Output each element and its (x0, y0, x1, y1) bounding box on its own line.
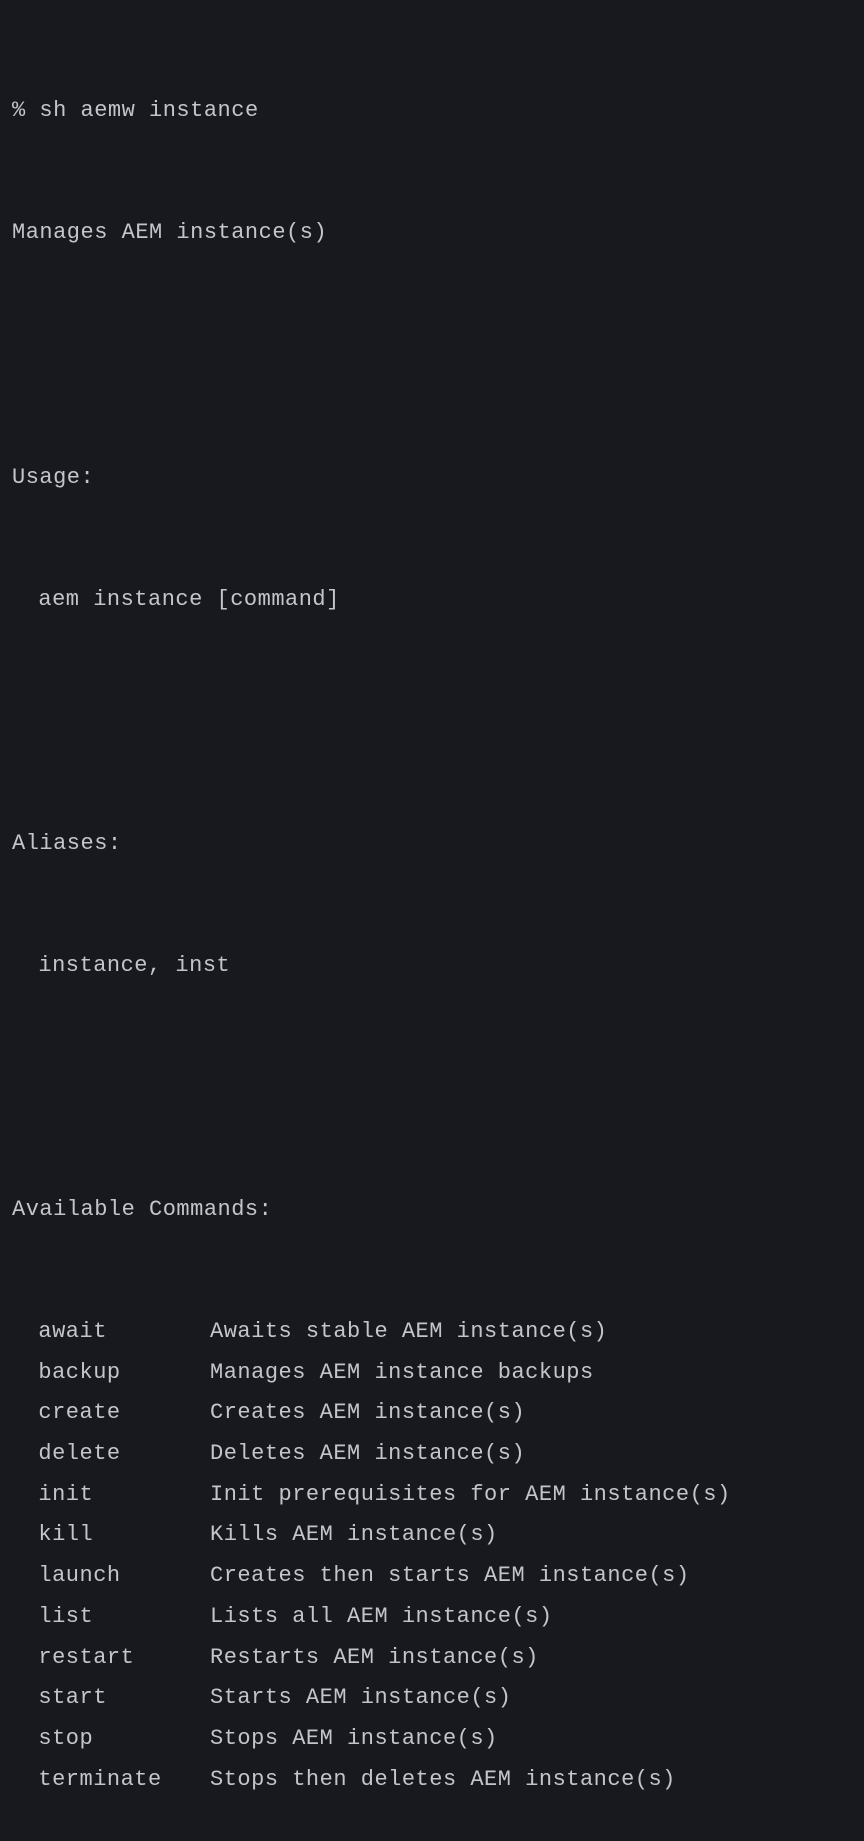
aliases-line: instance, inst (12, 946, 852, 987)
command-row: stopStops AEM instance(s) (12, 1719, 852, 1760)
command-name: start (38, 1678, 210, 1719)
command-description: Starts AEM instance(s) (210, 1685, 511, 1710)
command-name: stop (38, 1719, 210, 1760)
command-description: Manages AEM instance backups (210, 1360, 594, 1385)
command-description: Deletes AEM instance(s) (210, 1441, 525, 1466)
command-description: Kills AEM instance(s) (210, 1522, 498, 1547)
command-description: Creates then starts AEM instance(s) (210, 1563, 690, 1588)
terminal-output: % sh aemw instance Manages AEM instance(… (12, 10, 852, 1841)
blank-line (12, 336, 852, 377)
command-description: Init prerequisites for AEM instance(s) (210, 1482, 731, 1507)
command-row: deleteDeletes AEM instance(s) (12, 1434, 852, 1475)
usage-header: Usage: (12, 458, 852, 499)
command-name: kill (38, 1515, 210, 1556)
command-description: Lists all AEM instance(s) (210, 1604, 553, 1629)
command-description: Stops then deletes AEM instance(s) (210, 1767, 676, 1792)
command-name: terminate (38, 1760, 210, 1801)
shell-prompt: % (12, 91, 39, 132)
command-description: Restarts AEM instance(s) (210, 1645, 539, 1670)
typed-command: sh aemw instance (39, 91, 258, 132)
command-row: terminateStops then deletes AEM instance… (12, 1760, 852, 1801)
command-row: createCreates AEM instance(s) (12, 1393, 852, 1434)
command-row: restartRestarts AEM instance(s) (12, 1638, 852, 1679)
blank-line (12, 1068, 852, 1109)
blank-line (12, 702, 852, 743)
command-name: restart (38, 1638, 210, 1679)
command-name: create (38, 1393, 210, 1434)
command-row: awaitAwaits stable AEM instance(s) (12, 1312, 852, 1353)
command-name: backup (38, 1353, 210, 1394)
prompt-line: % sh aemw instance (12, 91, 852, 132)
command-description: Awaits stable AEM instance(s) (210, 1319, 607, 1344)
command-row: killKills AEM instance(s) (12, 1515, 852, 1556)
command-description: Stops AEM instance(s) (210, 1726, 498, 1751)
available-commands-header: Available Commands: (12, 1190, 852, 1231)
command-name: await (38, 1312, 210, 1353)
command-row: launchCreates then starts AEM instance(s… (12, 1556, 852, 1597)
aliases-header: Aliases: (12, 824, 852, 865)
command-name: launch (38, 1556, 210, 1597)
command-row: backupManages AEM instance backups (12, 1353, 852, 1394)
commands-list: awaitAwaits stable AEM instance(s)backup… (12, 1312, 852, 1800)
command-row: initInit prerequisites for AEM instance(… (12, 1475, 852, 1516)
command-row: listLists all AEM instance(s) (12, 1597, 852, 1638)
command-name: list (38, 1597, 210, 1638)
command-row: startStarts AEM instance(s) (12, 1678, 852, 1719)
command-name: delete (38, 1434, 210, 1475)
command-name: init (38, 1475, 210, 1516)
command-description: Creates AEM instance(s) (210, 1400, 525, 1425)
usage-line: aem instance [command] (12, 580, 852, 621)
command-description: Manages AEM instance(s) (12, 213, 852, 254)
